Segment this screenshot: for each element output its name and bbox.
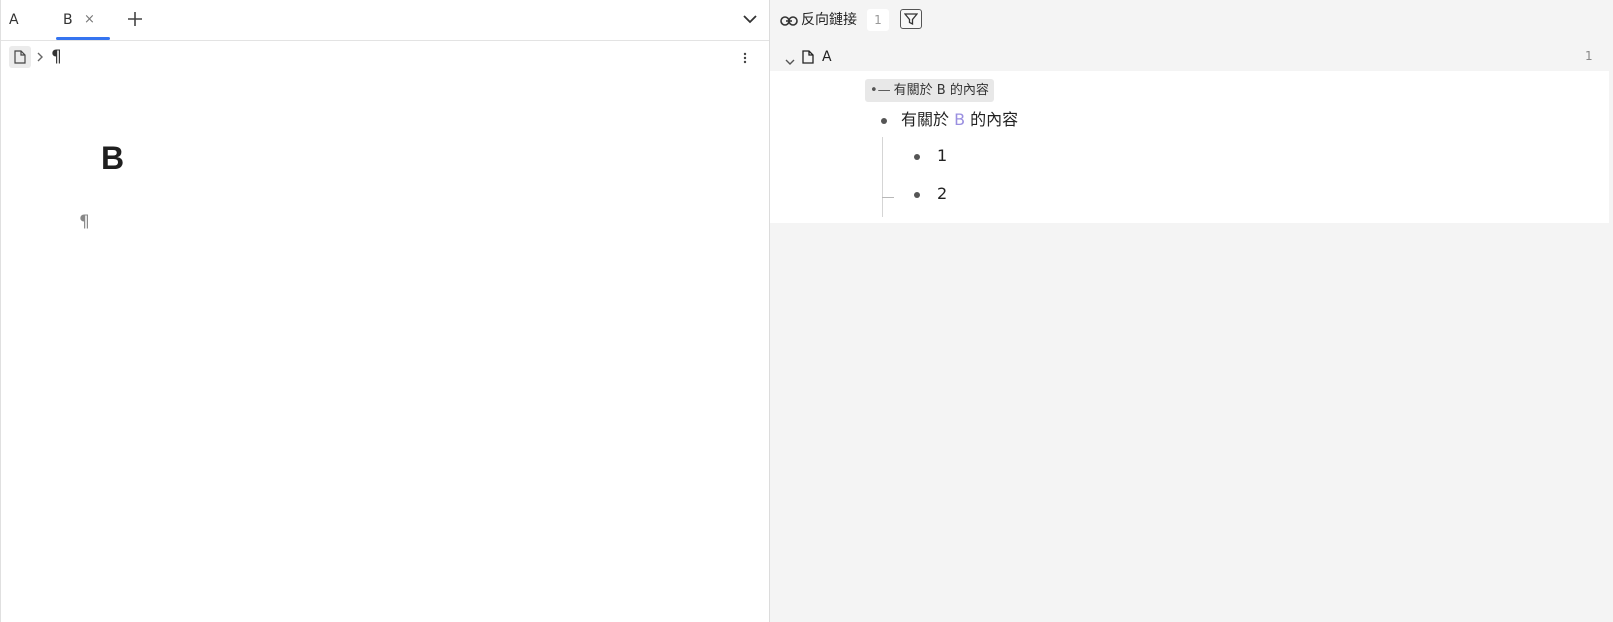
backlinks-header: 反向鏈接 1 bbox=[770, 0, 1613, 40]
child-item[interactable]: 1 bbox=[937, 145, 947, 167]
chevron-down-icon[interactable] bbox=[784, 52, 796, 71]
chevron-right-icon bbox=[35, 49, 45, 68]
backlink-block[interactable]: 有關於 B 的內容 bbox=[901, 109, 1018, 131]
backlink-results: •— 有關於 B 的內容 有關於 B 的內容 1 2 bbox=[770, 71, 1609, 223]
dash-icon: •— bbox=[870, 83, 891, 98]
breadcrumb-current[interactable]: ¶ bbox=[51, 45, 62, 69]
backlinks-count: 1 bbox=[867, 9, 889, 31]
link-icon bbox=[780, 12, 798, 31]
active-tab-indicator bbox=[56, 37, 110, 40]
bullet-icon[interactable] bbox=[914, 154, 920, 160]
paragraph-mark[interactable]: ¶ bbox=[79, 212, 90, 232]
child-item[interactable]: 2 bbox=[937, 183, 947, 205]
block-text-before: 有關於 bbox=[901, 110, 955, 129]
backlink-doc-name[interactable]: A bbox=[822, 47, 832, 67]
chip-label: 有關於 B 的內容 bbox=[893, 83, 989, 98]
block-text-after: 的內容 bbox=[965, 110, 1019, 129]
tab-bar: A B × bbox=[1, 0, 770, 41]
tab-b[interactable]: B bbox=[63, 0, 73, 41]
breadcrumb: ¶ bbox=[9, 45, 759, 69]
backlink-group-count: 1 bbox=[1585, 49, 1593, 63]
backlinks-title: 反向鏈接 bbox=[801, 12, 857, 28]
filter-icon[interactable] bbox=[900, 9, 922, 29]
indent-guide-tick bbox=[882, 197, 894, 198]
document-icon bbox=[802, 49, 814, 68]
backlink-group-header[interactable]: A 1 bbox=[770, 44, 1613, 70]
close-tab-icon[interactable]: × bbox=[84, 0, 95, 41]
bullet-icon[interactable] bbox=[881, 118, 887, 124]
block-ref-link[interactable]: B bbox=[954, 110, 965, 129]
chevron-down-icon[interactable] bbox=[741, 10, 759, 28]
backlink-breadcrumb-chip[interactable]: •— 有關於 B 的內容 bbox=[865, 79, 994, 102]
plus-icon[interactable] bbox=[125, 8, 145, 30]
indent-guide bbox=[882, 137, 883, 217]
bullet-icon[interactable] bbox=[914, 192, 920, 198]
editor-panel: A B × ¶ B ¶ bbox=[0, 0, 770, 622]
document-title[interactable]: B bbox=[101, 140, 124, 177]
backlinks-panel: 反向鏈接 1 A 1 •— 有關於 B 的內容 有關於 B 的內容 1 2 bbox=[770, 0, 1613, 622]
tab-a[interactable]: A bbox=[9, 0, 19, 41]
document-icon[interactable] bbox=[9, 46, 31, 68]
more-vertical-icon[interactable] bbox=[739, 50, 751, 64]
